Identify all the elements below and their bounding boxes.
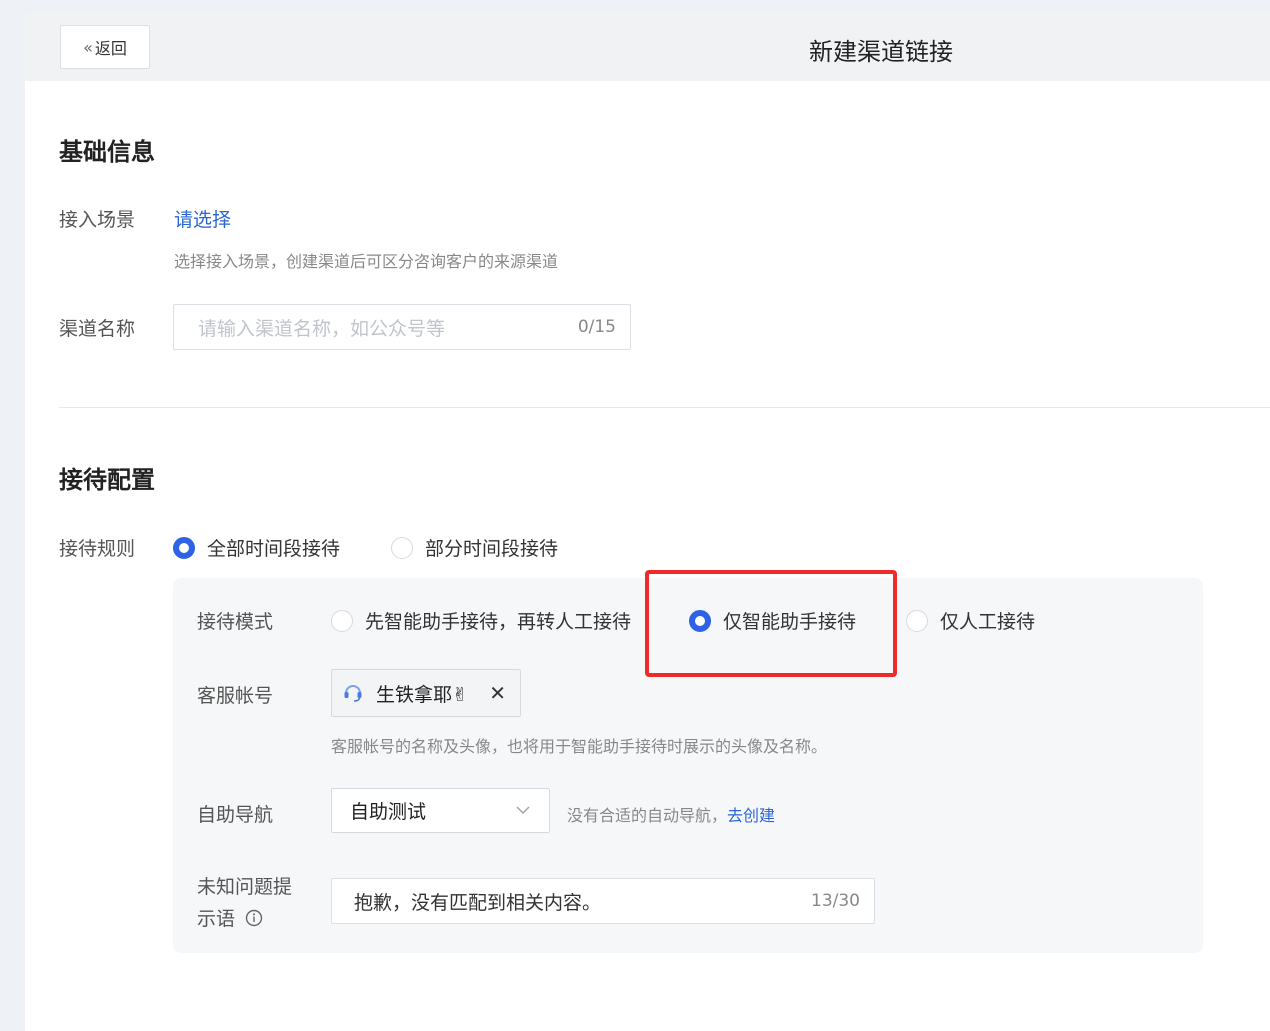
radio-rule-all-time-label: 全部时间段接待 [207,538,341,560]
section-divider [59,407,1270,408]
unknown-reply-value: 抱歉，没有匹配到相关内容。 [354,891,602,914]
account-label: 客服帐号 [197,685,274,707]
radio-mode-assistant-then-human[interactable]: 先智能助手接待，再转人工接待 [331,607,631,634]
channel-name-input[interactable]: 请输入渠道名称，如公众号等 0/15 [173,304,631,350]
radio-unchecked-icon [391,536,413,559]
nav-label: 自助导航 [197,804,274,826]
section-title-basic: 基础信息 [59,138,155,166]
nav-select[interactable]: 自助测试 [331,788,550,833]
radio-unchecked-icon [331,609,353,632]
close-icon[interactable]: ✕ [489,681,506,705]
account-tag-label: 生铁拿耶✌ [376,683,468,706]
page-title: 新建渠道链接 [809,38,953,66]
info-icon[interactable] [245,909,263,927]
name-label: 渠道名称 [59,318,136,340]
scene-select-link[interactable]: 请选择 [174,205,231,232]
unknown-label-line2-row: 示语 [197,904,263,931]
top-bar: « 返回 新建渠道链接 [25,12,1270,81]
scene-hint: 选择接入场景，创建渠道后可区分咨询客户的来源渠道 [174,252,559,271]
radio-mode-assistant-only[interactable]: 仅智能助手接待 [689,607,856,634]
radio-rule-all-time[interactable]: 全部时间段接待 [173,534,340,561]
radio-mode-human-only-label: 仅人工接待 [940,611,1036,633]
nav-select-value: 自助测试 [350,801,427,823]
unknown-label-line1: 未知问题提 [197,876,293,898]
back-label: 返回 [94,39,127,58]
radio-mode-assistant-only-label: 仅智能助手接待 [723,611,857,633]
nav-hint-text: 没有合适的自动导航， [567,806,728,825]
nav-hint: 没有合适的自动导航，去创建 [567,802,775,826]
rule-label: 接待规则 [59,538,136,560]
radio-mode-assistant-then-human-label: 先智能助手接待，再转人工接待 [365,611,632,633]
radio-rule-partial-time-label: 部分时间段接待 [425,538,559,560]
back-button[interactable]: « 返回 [60,25,150,69]
account-hint: 客服帐号的名称及头像，也将用于智能助手接待时展示的头像及名称。 [331,737,828,756]
radio-rule-partial-time[interactable]: 部分时间段接待 [391,534,558,561]
unknown-label-line2: 示语 [197,908,236,930]
radio-checked-icon [173,536,195,559]
page-container: « 返回 新建渠道链接 基础信息 接入场景 请选择 选择接入场景，创建渠道后可区… [25,12,1270,1031]
radio-checked-icon [689,609,711,632]
channel-name-count: 0/15 [577,317,616,337]
chevron-down-icon [515,800,531,825]
unknown-reply-count: 13/30 [811,891,860,911]
double-chevron-left-icon: « [83,37,93,57]
unknown-reply-input[interactable]: 抱歉，没有匹配到相关内容。 13/30 [331,878,875,924]
radio-mode-human-only[interactable]: 仅人工接待 [906,607,1035,634]
account-tag[interactable]: 生铁拿耶✌ ✕ [331,669,521,717]
customer-service-icon [342,682,364,704]
create-nav-link[interactable]: 去创建 [727,806,775,825]
mode-label: 接待模式 [197,611,274,633]
channel-name-placeholder: 请输入渠道名称，如公众号等 [198,317,446,340]
radio-unchecked-icon [906,609,928,632]
section-title-reception: 接待配置 [59,466,155,494]
scene-label: 接入场景 [59,209,136,231]
